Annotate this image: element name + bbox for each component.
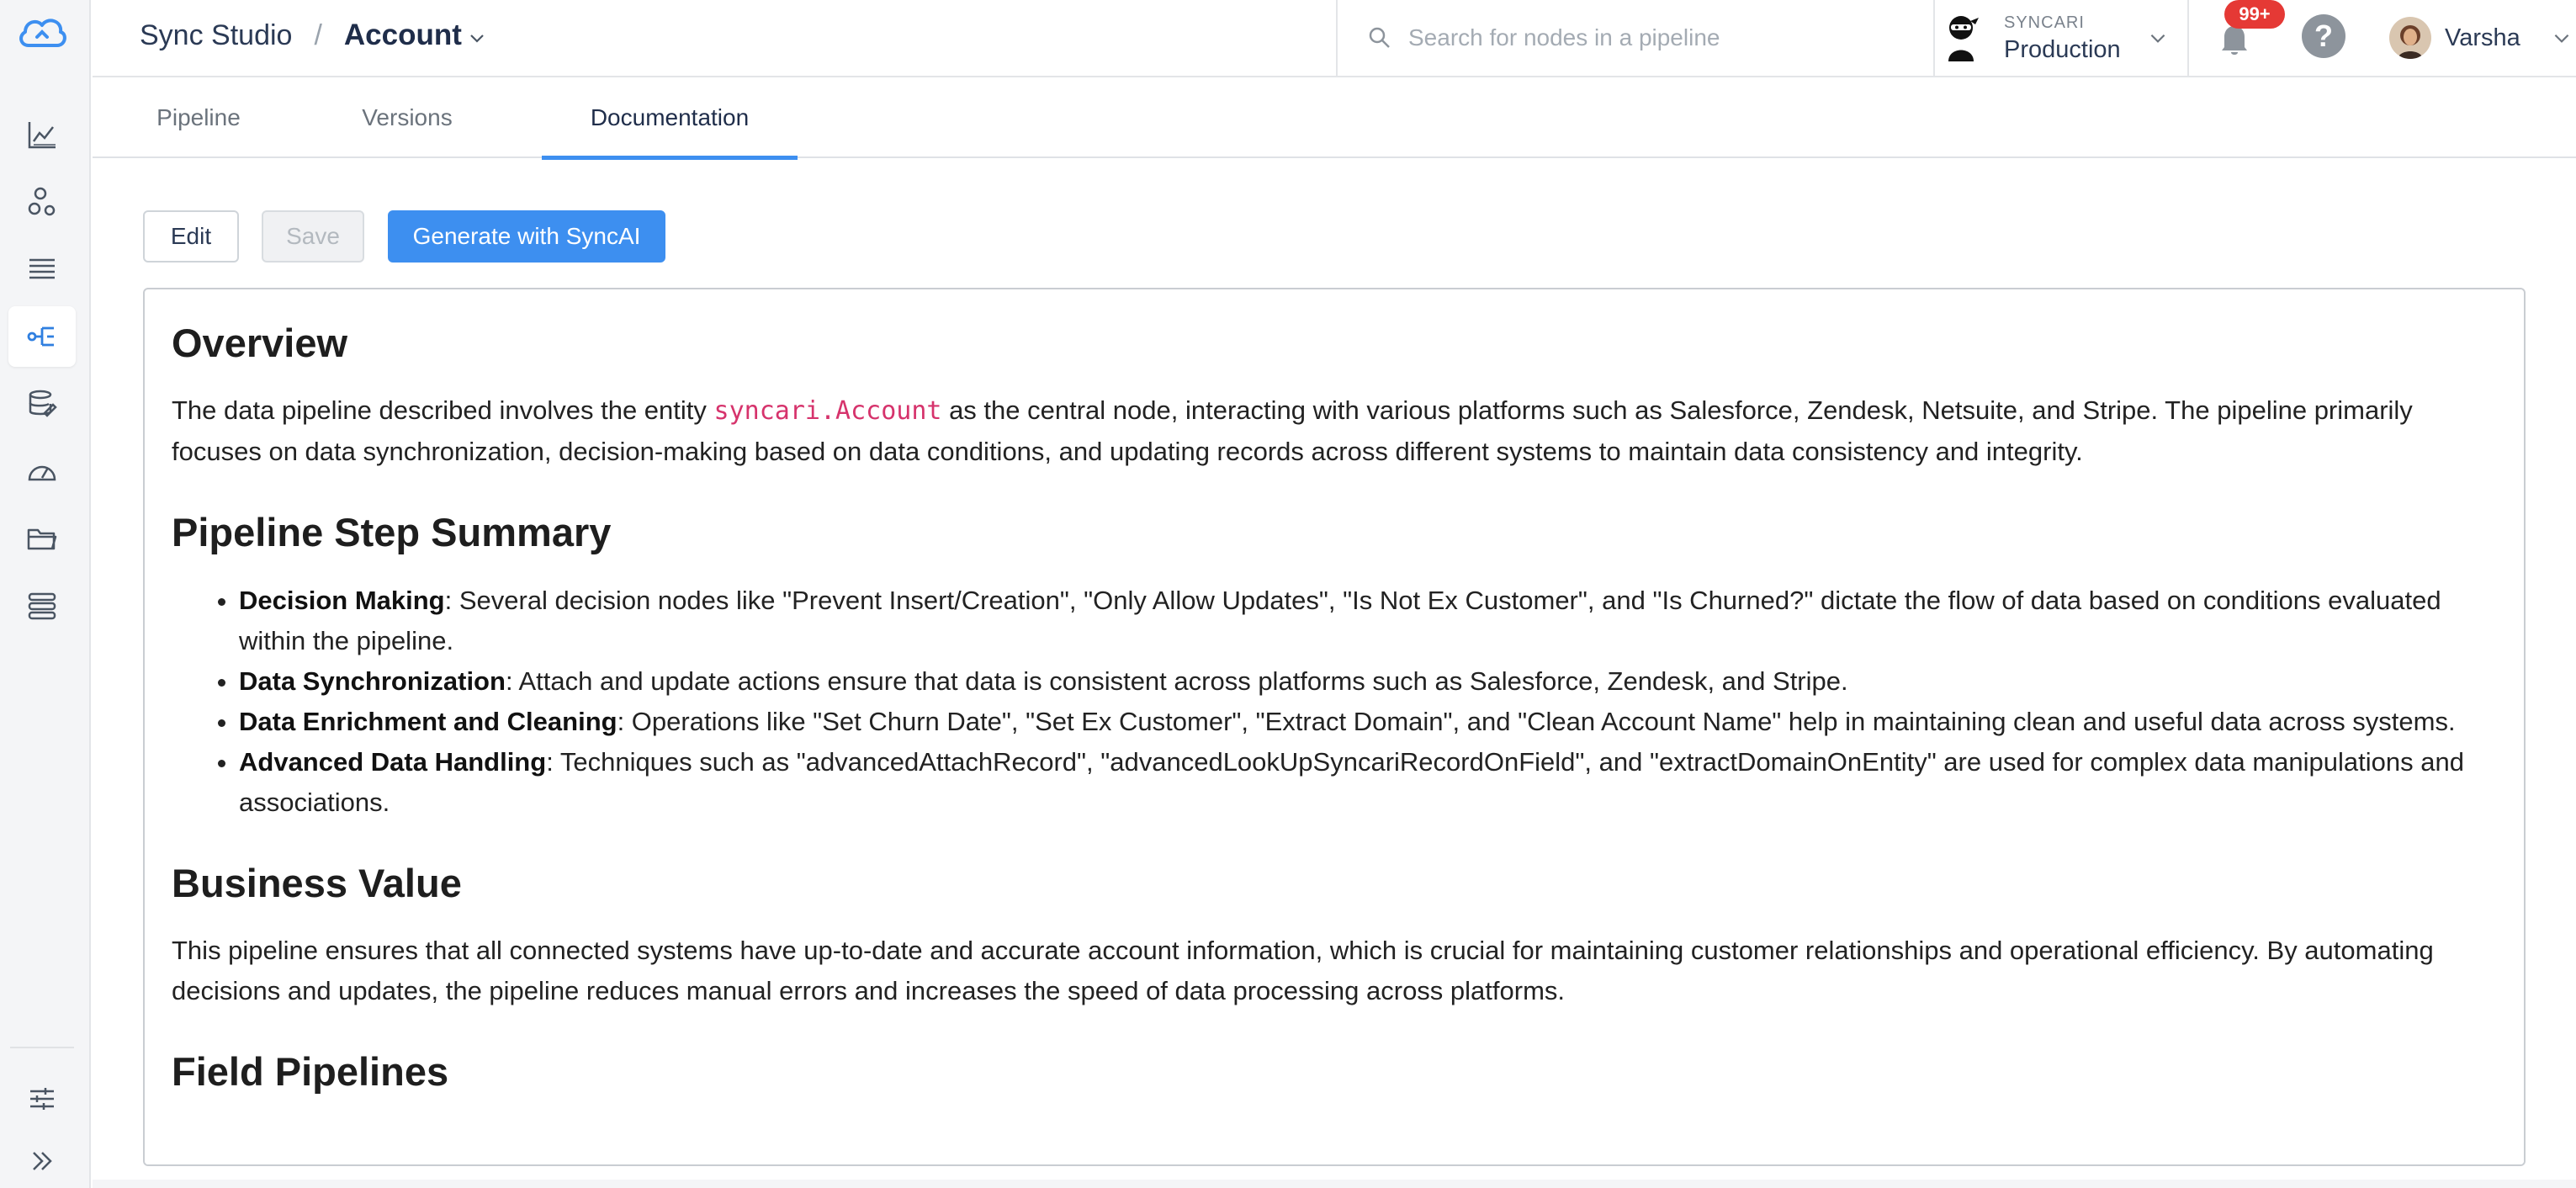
overview-paragraph: The data pipeline described involves the… [172,390,2497,472]
summary-heading: Pipeline Step Summary [172,510,612,555]
ninja-avatar-icon [1948,16,1979,61]
overview-text-start: The data pipeline described involves the… [172,395,714,426]
node-search [1336,0,1935,76]
user-menu[interactable]: Varsha [2389,12,2573,64]
edit-button[interactable]: Edit [143,210,239,263]
avatar [2389,17,2431,59]
gauge-icon [28,465,56,481]
business-heading: Business Value [172,860,462,905]
env-org-label: SYNCARI [2004,13,2085,32]
folder-icon [27,528,57,550]
nav-settings[interactable] [8,1069,76,1129]
expand-icon [33,1152,52,1170]
bottom-strip [93,1180,2576,1188]
section-pipeline-step-summary: Pipeline Step Summary Decision Making: S… [172,509,2497,822]
chevron-down-icon [2554,34,2569,43]
summary-list: Decision Making: Several decision nodes … [239,581,2497,823]
save-button[interactable]: Save [262,210,364,263]
tab-versions[interactable]: Versions [357,77,458,158]
overview-heading: Overview [172,321,348,365]
section-field-pipelines: Field Pipelines [172,1048,2497,1095]
nav-list[interactable] [8,239,76,300]
search-input[interactable] [1408,24,1913,51]
chart-icon [28,122,56,149]
entity-code: syncari.Account [713,396,942,427]
list-icon [29,258,55,279]
section-overview: Overview The data pipeline described inv… [172,320,2497,472]
breadcrumb-entity[interactable]: Account [344,19,462,52]
user-name: Varsha [2445,24,2520,51]
nav-dashboard[interactable] [8,104,76,165]
sliders-icon [30,1088,54,1110]
left-nav-rail [0,0,91,1188]
breadcrumb-app[interactable]: Sync Studio [140,19,292,52]
list-item-text: : Techniques such as "advancedAttachReco… [239,746,2464,817]
tab-bar: Pipeline Versions Documentation [93,77,2576,160]
pipeline-icon [27,326,54,347]
notification-badge[interactable]: 99+ [2224,0,2285,29]
list-item: Advanced Data Handling: Techniques such … [239,742,2497,823]
list-item-term: Decision Making [239,585,445,615]
business-paragraph: This pipeline ensures that all connected… [172,936,2434,1006]
list-item-text: : Operations like "Set Churn Date", "Set… [617,706,2456,736]
stack-icon [28,592,56,620]
environment-selector[interactable]: SYNCARI Production [1925,0,2189,76]
top-bar: Sync Studio / Account SYNCARI Production… [93,0,2576,77]
tab-pipeline[interactable]: Pipeline [143,77,254,158]
nav-data-store[interactable] [8,374,76,434]
list-item: Data Enrichment and Cleaning: Operations… [239,702,2497,742]
documentation-panel[interactable]: Overview The data pipeline described inv… [143,288,2526,1166]
field-pipelines-heading: Field Pipelines [172,1049,449,1095]
nav-pipelines[interactable] [8,306,76,367]
list-item: Data Synchronization: Attach and update … [239,661,2497,702]
nodes-icon [28,187,56,216]
list-item-text: : Attach and update actions ensure that … [505,666,1848,696]
rail-divider [10,1047,74,1048]
breadcrumb: Sync Studio / Account [140,17,487,54]
env-name: Production [2004,35,2121,63]
breadcrumb-separator: / [314,19,322,51]
section-business-value: Business Value This pipeline ensures tha… [172,860,2497,1011]
nav-stack[interactable] [8,575,76,636]
list-item-text: : Several decision nodes like "Prevent I… [239,585,2441,655]
search-icon [1369,27,1390,48]
nav-files[interactable] [8,508,76,569]
generate-with-syncai-button[interactable]: Generate with SyncAI [388,210,665,263]
list-item-term: Data Synchronization [239,666,506,696]
list-item-term: Advanced Data Handling [239,746,547,777]
tab-documentation[interactable]: Documentation [542,77,798,160]
chevron-down-icon [2150,34,2165,43]
nav-expand[interactable] [8,1136,76,1186]
database-edit-icon [29,390,57,417]
chevron-down-icon[interactable] [467,28,487,48]
help-icon[interactable]: ? [2302,14,2345,58]
list-item: Decision Making: Several decision nodes … [239,581,2497,661]
nav-entities[interactable] [8,172,76,232]
cloud-logo-icon[interactable] [15,12,69,52]
scroll-fade [145,1131,2524,1164]
list-item-term: Data Enrichment and Cleaning [239,706,617,736]
nav-monitor[interactable] [8,441,76,501]
